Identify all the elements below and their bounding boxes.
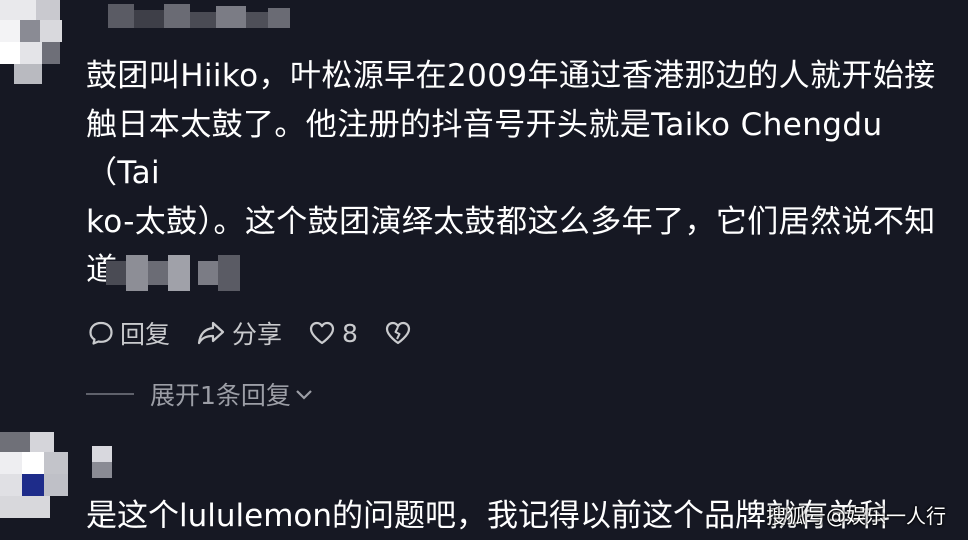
avatar[interactable] xyxy=(0,432,72,518)
comment-line: 鼓团叫Hiiko，叶松源早在2009年通过香港那边的人就开始接 xyxy=(86,58,936,94)
username-blurred xyxy=(92,446,112,478)
heart-icon xyxy=(309,321,335,345)
reply-button[interactable]: 回复 xyxy=(88,315,170,351)
reply-bubble-icon xyxy=(89,321,113,345)
avatar[interactable] xyxy=(0,0,72,86)
dislike-button[interactable] xyxy=(384,320,418,346)
like-count: 8 xyxy=(342,318,358,348)
reply-label: 回复 xyxy=(120,320,171,349)
expand-replies[interactable]: 展开1条回复 xyxy=(86,376,315,412)
comment-meta-blurred xyxy=(106,255,240,291)
watermark: 搜狐号@娱乐一人行 xyxy=(766,504,946,528)
comment-line: 触日本太鼓了。他注册的抖音号开头就是Taiko Chengdu（Tai xyxy=(86,106,883,192)
like-button[interactable]: 8 xyxy=(308,319,358,348)
share-button[interactable]: 分享 xyxy=(196,315,282,351)
expand-replies-label: 展开1条回复 xyxy=(150,381,291,410)
divider-line xyxy=(86,393,134,395)
comment-actions: 回复 分享 8 xyxy=(88,316,444,350)
share-arrow-icon xyxy=(197,321,225,345)
share-label: 分享 xyxy=(232,320,283,349)
broken-heart-icon xyxy=(385,321,411,345)
chevron-down-icon xyxy=(296,390,312,400)
username-blurred xyxy=(108,4,290,28)
comment-line: ko-太鼓）。这个鼓团演绎太鼓都这么多年了，它们居然说不知 xyxy=(86,203,936,240)
